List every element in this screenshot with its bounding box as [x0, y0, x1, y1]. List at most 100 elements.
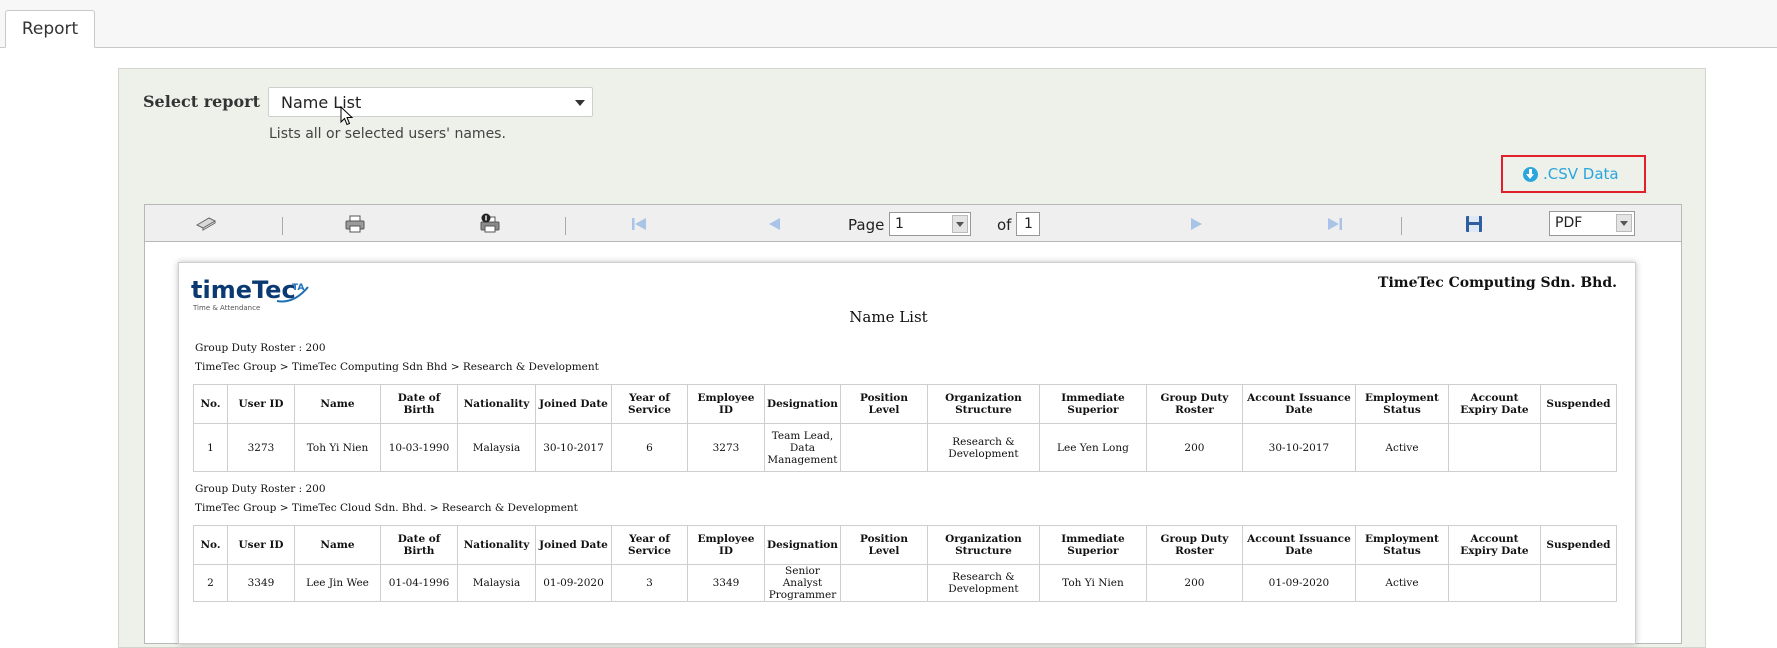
viewer-toolbar: Page 1 of 1 PDF [144, 204, 1682, 242]
save-icon[interactable] [1465, 215, 1483, 233]
export-format-value: PDF [1555, 215, 1583, 231]
table-cell: Malaysia [457, 564, 536, 602]
print-page-icon[interactable] [479, 213, 501, 233]
column-header: Suspended [1539, 525, 1617, 565]
table-row: 2 3349 Lee Jin Wee 01-04-1996 Malaysia 0… [193, 564, 1617, 602]
select-report-label: Select report [143, 92, 260, 111]
column-header: Designation [764, 384, 841, 424]
first-page-icon[interactable] [631, 217, 647, 231]
table-header-row: No. User ID Name Date of Birth Nationali… [193, 525, 1617, 565]
column-header: Organization Structure [926, 384, 1040, 424]
column-header: Nationality [457, 384, 536, 424]
table-cell [1539, 423, 1617, 472]
column-header: Nationality [457, 525, 536, 565]
toolbar-separator [282, 217, 283, 235]
column-header: Suspended [1539, 384, 1617, 424]
column-header: Position Level [839, 525, 928, 565]
table-cell: 3349 [687, 564, 765, 602]
column-header: Employee ID [687, 525, 765, 565]
table-header-row: No. User ID Name Date of Birth Nationali… [193, 384, 1617, 424]
table-cell: Research & Development [926, 423, 1040, 472]
column-header: Employee ID [687, 384, 765, 424]
table-cell: 2 [193, 564, 228, 602]
table-cell: 6 [611, 423, 688, 472]
column-header: User ID [227, 384, 295, 424]
report-table: No. User ID Name Date of Birth Nationali… [193, 525, 1617, 602]
csv-data-label: .CSV Data [1543, 165, 1619, 183]
table-cell [1447, 564, 1541, 602]
table-cell: 01-09-2020 [535, 564, 612, 602]
company-name: TimeTec Computing Sdn. Bhd. [1378, 275, 1617, 291]
column-header: Name [294, 384, 381, 424]
column-header: Employment Status [1354, 525, 1449, 565]
column-header: Date of Birth [380, 384, 458, 424]
csv-data-button[interactable]: .CSV Data [1501, 155, 1646, 193]
table-cell: Toh Yi Nien [1038, 564, 1147, 602]
tab-bar: Report [0, 0, 1777, 48]
table-cell: Team Lead, Data Management [764, 423, 841, 472]
table-cell: 200 [1145, 564, 1243, 602]
page-number-select[interactable]: 1 [889, 212, 971, 236]
column-header: Date of Birth [380, 525, 458, 565]
page-number-value: 1 [895, 216, 904, 232]
table-cell: Toh Yi Nien [294, 423, 381, 472]
table-cell [1539, 564, 1617, 602]
column-header: Joined Date [535, 525, 612, 565]
table-cell: Active [1354, 564, 1449, 602]
column-header: Account Issuance Date [1241, 384, 1356, 424]
download-icon [1523, 167, 1538, 182]
group-path: TimeTec Group > TimeTec Cloud Sdn. Bhd. … [195, 502, 578, 514]
page-label: Page [848, 216, 885, 234]
column-header: Account Expiry Date [1447, 384, 1541, 424]
table-cell: 200 [1145, 423, 1243, 472]
table-cell: 1 [193, 423, 228, 472]
column-header: Year of Service [611, 384, 688, 424]
table-cell: Senior Analyst Programmer [764, 564, 841, 602]
column-header: Employment Status [1354, 384, 1449, 424]
table-cell [839, 564, 928, 602]
table-cell: 3273 [687, 423, 765, 472]
group-roster: Group Duty Roster : 200 [195, 342, 326, 354]
table-cell: 3349 [227, 564, 295, 602]
column-header: No. [193, 384, 228, 424]
column-header: Name [294, 525, 381, 565]
svg-text:timeTec: timeTec [191, 276, 296, 304]
column-header: Immediate Superior [1038, 525, 1147, 565]
table-cell: Lee Jin Wee [294, 564, 381, 602]
chevron-down-icon [952, 215, 968, 233]
chevron-down-icon [575, 100, 585, 106]
table-cell [1447, 423, 1541, 472]
table-cell [839, 423, 928, 472]
table-cell: 01-09-2020 [1241, 564, 1356, 602]
tab-report[interactable]: Report [5, 10, 95, 48]
table-cell: 01-04-1996 [380, 564, 458, 602]
toggle-parameters-icon[interactable] [195, 215, 217, 231]
print-icon[interactable] [345, 215, 365, 233]
column-header: Year of Service [611, 525, 688, 565]
table-cell: 30-10-2017 [535, 423, 612, 472]
previous-page-icon[interactable] [767, 217, 781, 231]
column-header: Position Level [839, 384, 928, 424]
chevron-down-icon [1616, 214, 1632, 232]
column-header: Organization Structure [926, 525, 1040, 565]
group-roster: Group Duty Roster : 200 [195, 483, 326, 495]
mouse-cursor-icon [340, 106, 354, 126]
column-header: Joined Date [535, 384, 612, 424]
export-format-select[interactable]: PDF [1549, 211, 1635, 236]
table-cell: Malaysia [457, 423, 536, 472]
next-page-icon[interactable] [1190, 217, 1204, 231]
table-cell: 3273 [227, 423, 295, 472]
column-header: Group Duty Roster [1145, 525, 1243, 565]
total-pages-value: 1 [1024, 216, 1033, 232]
table-row: 1 3273 Toh Yi Nien 10-03-1990 Malaysia 3… [193, 423, 1617, 472]
table-cell: 30-10-2017 [1241, 423, 1356, 472]
table-cell: Lee Yen Long [1038, 423, 1147, 472]
column-header: Immediate Superior [1038, 384, 1147, 424]
column-header: Designation [764, 525, 841, 565]
table-cell: Active [1354, 423, 1449, 472]
report-select[interactable]: Name List [268, 87, 593, 117]
last-page-icon[interactable] [1327, 217, 1343, 231]
column-header: User ID [227, 525, 295, 565]
column-header: Account Expiry Date [1447, 525, 1541, 565]
column-header: Group Duty Roster [1145, 384, 1243, 424]
